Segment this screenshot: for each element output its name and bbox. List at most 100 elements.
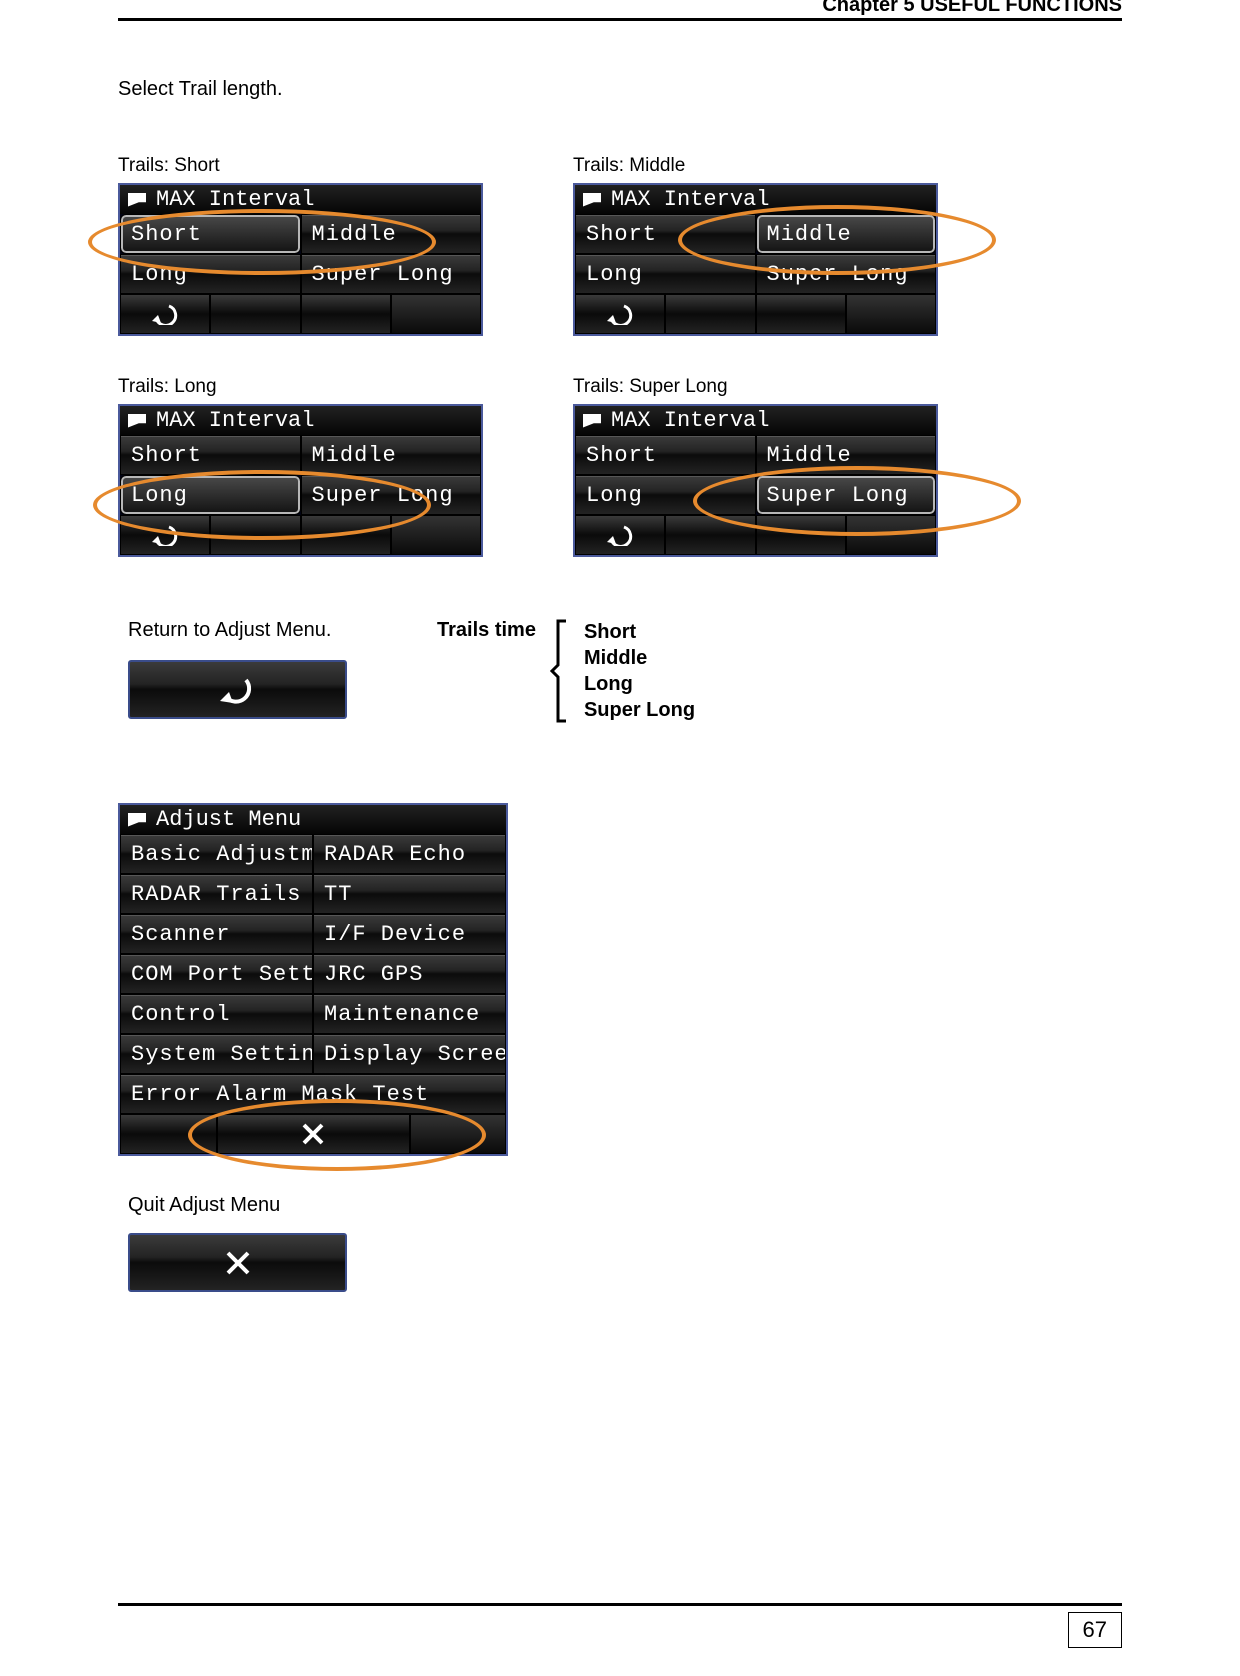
option-short[interactable]: Short: [575, 435, 756, 475]
adjust-menu: Adjust Menu Basic Adjustment RADAR Echo …: [118, 803, 508, 1156]
trails-time-block: Trails time Short Middle Long Super Long: [437, 619, 892, 723]
option-super-long[interactable]: Super Long: [301, 254, 482, 294]
option-long[interactable]: Long: [120, 254, 301, 294]
caption-trails-middle: Trails: Middle: [573, 155, 938, 177]
option-short[interactable]: Short: [120, 435, 301, 475]
menu-title: MAX Interval: [575, 406, 936, 435]
caption-quit: Quit Adjust Menu: [128, 1194, 1122, 1217]
item-tt[interactable]: TT: [313, 874, 506, 914]
back-arrow-icon: [216, 675, 260, 705]
item-if-device[interactable]: I/F Device: [313, 914, 506, 954]
back-arrow-icon: [605, 303, 635, 325]
blank-seg: [665, 294, 755, 334]
option-long: Long: [584, 671, 695, 697]
item-jrc-gps[interactable]: JRC GPS: [313, 954, 506, 994]
close-icon: [223, 1248, 253, 1278]
item-system-setting[interactable]: System Setting: [120, 1034, 313, 1074]
header-rule: [118, 18, 1122, 21]
item-scanner[interactable]: Scanner: [120, 914, 313, 954]
menu-max-interval-long: MAX Interval Short Middle Long Super Lon…: [118, 404, 483, 557]
item-error-alarm-mask-test[interactable]: Error Alarm Mask Test: [120, 1074, 506, 1114]
close-button[interactable]: [217, 1114, 410, 1154]
flag-icon: [128, 193, 146, 207]
blank-seg: [846, 515, 936, 555]
blank-seg: [301, 515, 391, 555]
menu-max-interval-middle: MAX Interval Short Middle Long Super Lon…: [573, 183, 938, 336]
option-middle[interactable]: Middle: [756, 214, 937, 254]
item-display-screen[interactable]: Display Screen: [313, 1034, 506, 1074]
menu-max-interval-short: MAX Interval Short Middle Long Super Lon…: [118, 183, 483, 336]
back-arrow-icon: [605, 524, 635, 546]
menu-title-text: MAX Interval: [156, 408, 314, 433]
back-button[interactable]: [575, 515, 665, 555]
flag-icon: [583, 414, 601, 428]
blank-seg: [756, 294, 846, 334]
menu-max-interval-superlong: MAX Interval Short Middle Long Super Lon…: [573, 404, 938, 557]
item-com-port-setting[interactable]: COM Port Setting: [120, 954, 313, 994]
quit-button[interactable]: [128, 1233, 347, 1292]
menu-title-text: MAX Interval: [611, 187, 769, 212]
back-arrow-icon: [150, 524, 180, 546]
brace-icon: [550, 619, 570, 723]
option-long[interactable]: Long: [575, 475, 756, 515]
option-superlong: Super Long: [584, 697, 695, 723]
option-middle[interactable]: Middle: [301, 214, 482, 254]
menu-title: Adjust Menu: [120, 805, 506, 834]
back-button[interactable]: [575, 294, 665, 334]
caption-return: Return to Adjust Menu.: [128, 619, 347, 642]
footer-rule: [118, 1603, 1122, 1606]
menu-title: MAX Interval: [575, 185, 936, 214]
blank-seg: [410, 1114, 507, 1154]
blank-seg: [391, 294, 481, 334]
option-super-long[interactable]: Super Long: [756, 475, 937, 515]
blank-seg: [210, 515, 300, 555]
menu-bottom-row: [120, 515, 481, 555]
blank-seg: [210, 294, 300, 334]
flag-icon: [128, 813, 146, 827]
return-button[interactable]: [128, 660, 347, 719]
blank-seg: [665, 515, 755, 555]
trails-time-options: Short Middle Long Super Long: [584, 619, 695, 723]
flag-icon: [583, 193, 601, 207]
trails-time-label: Trails time: [437, 619, 536, 642]
option-super-long[interactable]: Super Long: [301, 475, 482, 515]
instruction-text: Select Trail length.: [118, 78, 1122, 101]
item-radar-echo[interactable]: RADAR Echo: [313, 834, 506, 874]
menu-title-text: Adjust Menu: [156, 807, 301, 832]
option-middle: Middle: [584, 645, 695, 671]
option-long[interactable]: Long: [120, 475, 301, 515]
blank-seg: [301, 294, 391, 334]
page-number: 67: [1068, 1612, 1122, 1648]
blank-seg: [120, 1114, 217, 1154]
option-short[interactable]: Short: [575, 214, 756, 254]
menu-bottom-row: [120, 1114, 506, 1154]
menu-bottom-row: [120, 294, 481, 334]
menu-bottom-row: [575, 294, 936, 334]
item-radar-trails[interactable]: RADAR Trails: [120, 874, 313, 914]
option-middle[interactable]: Middle: [301, 435, 482, 475]
option-middle[interactable]: Middle: [756, 435, 937, 475]
caption-trails-long: Trails: Long: [118, 376, 483, 398]
back-button[interactable]: [120, 515, 210, 555]
menu-title-text: MAX Interval: [611, 408, 769, 433]
header-chapter: Chapter 5 USEFUL FUNCTIONS: [822, 0, 1122, 17]
blank-seg: [756, 515, 846, 555]
option-short[interactable]: Short: [120, 214, 301, 254]
blank-seg: [846, 294, 936, 334]
option-short: Short: [584, 619, 695, 645]
item-basic-adjustment[interactable]: Basic Adjustment: [120, 834, 313, 874]
menu-bottom-row: [575, 515, 936, 555]
back-arrow-icon: [150, 303, 180, 325]
close-icon: [300, 1121, 326, 1147]
item-maintenance[interactable]: Maintenance: [313, 994, 506, 1034]
back-button[interactable]: [120, 294, 210, 334]
menu-title-text: MAX Interval: [156, 187, 314, 212]
item-control[interactable]: Control: [120, 994, 313, 1034]
caption-trails-superlong: Trails: Super Long: [573, 376, 938, 398]
flag-icon: [128, 414, 146, 428]
blank-seg: [391, 515, 481, 555]
option-super-long[interactable]: Super Long: [756, 254, 937, 294]
option-long[interactable]: Long: [575, 254, 756, 294]
caption-trails-short: Trails: Short: [118, 155, 483, 177]
menu-title: MAX Interval: [120, 185, 481, 214]
